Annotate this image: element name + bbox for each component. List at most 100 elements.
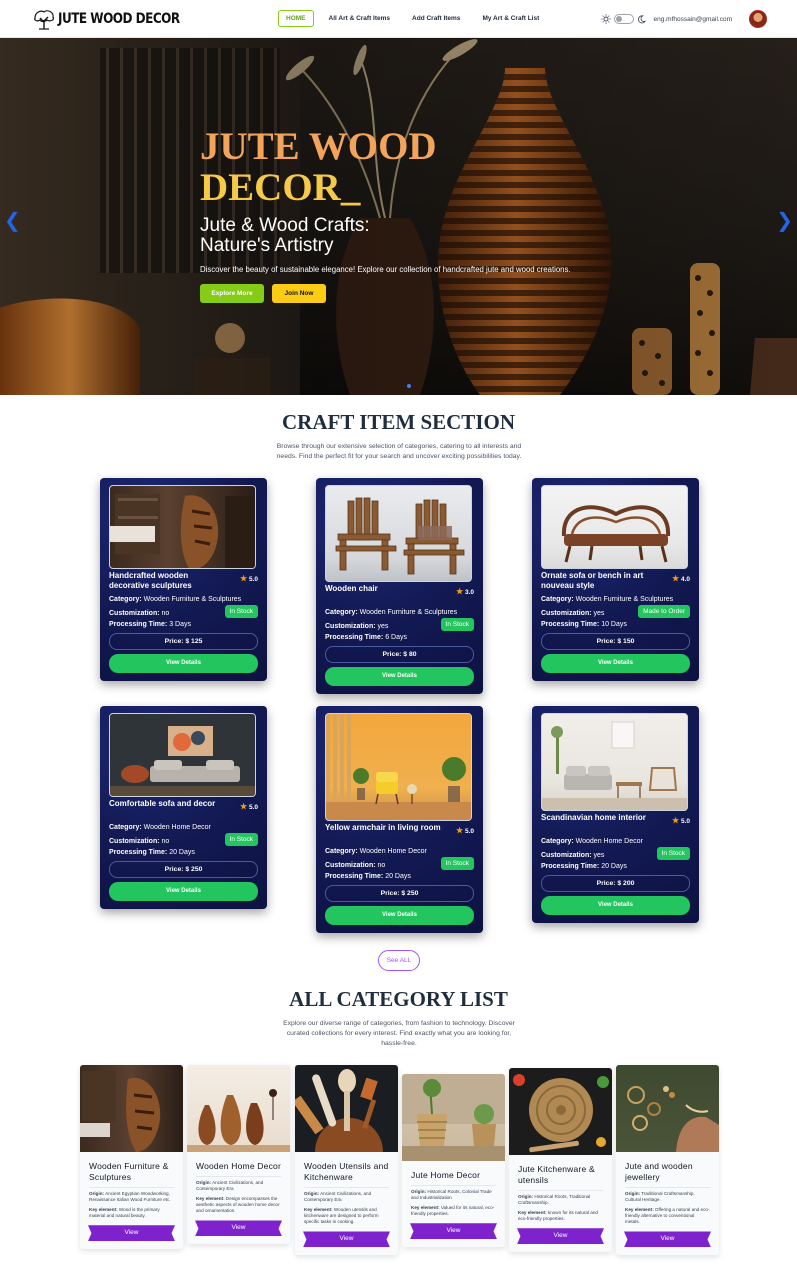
key-element-line: Key element: Wooden utensils and kitchen… xyxy=(304,1207,389,1226)
view-details-button[interactable]: View Details xyxy=(325,667,474,686)
craft-card-title: Ornate sofa or bench in art nouveau styl… xyxy=(541,571,644,590)
rating-value: 5.0 xyxy=(248,804,258,811)
price-prefix: Price: $ xyxy=(382,651,409,658)
price-box: Price: $ 125 xyxy=(109,633,258,650)
ornate-sofa-art xyxy=(561,505,671,563)
price-prefix: Price: $ xyxy=(380,890,408,897)
view-category-button[interactable]: View xyxy=(303,1231,390,1248)
craft-card: Wooden chair ★ 3.0 Category: Wooden Furn… xyxy=(316,478,483,694)
craft-card: Scandinavian home interior ★ 5.0 Categor… xyxy=(532,706,699,923)
category-title: Jute Kitchenware & utensils xyxy=(518,1164,595,1185)
craft-card-image xyxy=(109,713,256,797)
nav-links: HOME All Art & Craft Items Add Craft Ite… xyxy=(278,10,561,27)
category-line: Category: Wooden Furniture & Sculptures xyxy=(109,596,258,603)
customization-label: Customization: xyxy=(109,837,160,845)
category-value: Wooden Home Decor xyxy=(143,824,211,831)
jewellery-art xyxy=(627,1086,719,1152)
craft-section-title: CRAFT ITEM SECTION xyxy=(282,410,515,434)
rating-value: 4.0 xyxy=(680,576,690,583)
hero-overlay xyxy=(0,38,797,395)
hero-subtitle-line1: Jute & Wood Crafts: xyxy=(200,215,370,236)
key-element-label: Key element: xyxy=(89,1206,118,1212)
price-prefix: Price: $ xyxy=(596,638,624,645)
craft-card-image xyxy=(325,485,472,582)
origin-line: Origin: Traditional Craftsmanship, Cultu… xyxy=(625,1191,710,1204)
view-details-button[interactable]: View Details xyxy=(109,654,258,673)
category-value: Wooden Home Decor xyxy=(575,838,643,845)
join-now-button[interactable]: Join Now xyxy=(272,284,326,303)
key-element-label: Key element: xyxy=(304,1206,333,1212)
hero-title-line2: DECOR_ xyxy=(200,166,361,209)
category-line: Category: Wooden Home Decor xyxy=(325,848,474,855)
wooden-utensils-art xyxy=(295,1069,383,1152)
category-section-title: ALL CATEGORY LIST xyxy=(289,987,508,1011)
theme-toggle[interactable] xyxy=(613,14,634,24)
slide-indicator-dot[interactable] xyxy=(407,384,411,388)
origin-line: Origin: Ancient Civilizations, and Conte… xyxy=(304,1191,389,1204)
rating-value: 5.0 xyxy=(464,828,474,835)
key-element-line: Key element: Wood is the primary materia… xyxy=(89,1207,174,1220)
nav-link-my-list[interactable]: My Art & Craft List xyxy=(482,15,539,22)
chevron-left-icon[interactable]: ❮ xyxy=(4,208,21,232)
origin-label: Origin: xyxy=(89,1191,105,1196)
hero-title-line1: JUTE WOOD xyxy=(200,125,437,168)
craft-card: Yellow armchair in living room ★ 5.0 Cat… xyxy=(316,706,483,933)
category-image xyxy=(187,1065,290,1152)
view-category-button[interactable]: View xyxy=(195,1220,282,1237)
site-logo[interactable]: JUTE WOOD DECOR xyxy=(32,6,199,32)
chevron-right-icon[interactable]: ❯ xyxy=(776,208,793,232)
processing-value: 20 Days xyxy=(169,849,195,856)
rating: ★ 5.0 xyxy=(672,816,690,825)
processing-line: Processing Time: 10 Days xyxy=(541,621,690,628)
processing-value: 10 Days xyxy=(601,621,627,628)
view-details-button[interactable]: View Details xyxy=(541,654,690,673)
processing-value: 6 Days xyxy=(385,634,407,641)
category-image xyxy=(509,1068,612,1155)
category-value: Wooden Furniture & Sculptures xyxy=(359,609,458,616)
origin-line: Origin: Historical Roots, Colonial Trade… xyxy=(411,1189,496,1202)
user-avatar[interactable] xyxy=(749,10,767,28)
hero-banner: JUTE WOOD DECOR_ Jute & Wood Crafts: Nat… xyxy=(0,38,797,395)
price-value: 200 xyxy=(623,880,635,887)
processing-line: Processing Time: 20 Days xyxy=(541,863,690,870)
see-all-button[interactable]: See ALL xyxy=(378,950,420,971)
navbar: JUTE WOOD DECOR HOME All Art & Craft Ite… xyxy=(0,0,797,38)
category-label: Category: xyxy=(325,848,358,855)
stock-badge: In Stock xyxy=(224,833,258,846)
category-title: Jute Home Decor xyxy=(411,1170,481,1180)
rating-value: 3.0 xyxy=(464,589,474,596)
view-category-button[interactable]: View xyxy=(624,1231,711,1248)
jute-kitchenware-art xyxy=(513,1074,609,1153)
category-label: Category: xyxy=(541,596,574,603)
key-element-label: Key element: xyxy=(411,1204,440,1210)
price-prefix: Price: $ xyxy=(164,866,192,873)
rating: ★ 5.0 xyxy=(240,802,258,811)
key-element-label: Key element: xyxy=(196,1195,225,1201)
view-details-button[interactable]: View Details xyxy=(109,882,258,901)
category-card: Jute and wooden jewellery Origin: Tradit… xyxy=(616,1065,719,1256)
processing-value: 20 Days xyxy=(601,863,627,870)
rating: ★ 4.0 xyxy=(672,574,690,583)
nav-right: eng.mfhossain@gmail.com xyxy=(600,9,767,29)
view-details-button[interactable]: View Details xyxy=(325,906,474,925)
scandinavian-interior-art xyxy=(542,721,687,810)
view-category-button[interactable]: View xyxy=(410,1223,497,1240)
origin-label: Origin: xyxy=(411,1189,427,1194)
nav-link-all-items[interactable]: All Art & Craft Items xyxy=(329,15,391,22)
view-category-button[interactable]: View xyxy=(517,1228,604,1245)
craft-card-image xyxy=(325,713,472,821)
price-value: 80 xyxy=(408,651,417,658)
customization-line: Customization: yes xyxy=(541,610,604,617)
view-details-button[interactable]: View Details xyxy=(541,896,690,915)
category-line: Category: Wooden Furniture & Sculptures xyxy=(541,596,690,603)
category-card: Wooden Utensils and Kitchenware Origin: … xyxy=(295,1065,398,1256)
price-prefix: Price: $ xyxy=(164,638,192,645)
nav-link-home[interactable]: HOME xyxy=(278,10,314,27)
sofa-decor-art xyxy=(110,714,255,796)
nav-link-add-items[interactable]: Add Craft Items xyxy=(412,15,460,22)
processing-label: Processing Time: xyxy=(325,873,384,880)
processing-line: Processing Time: 20 Days xyxy=(109,849,258,856)
view-category-button[interactable]: View xyxy=(88,1225,175,1242)
explore-more-button[interactable]: Explore More xyxy=(200,284,264,303)
category-image xyxy=(80,1065,183,1152)
